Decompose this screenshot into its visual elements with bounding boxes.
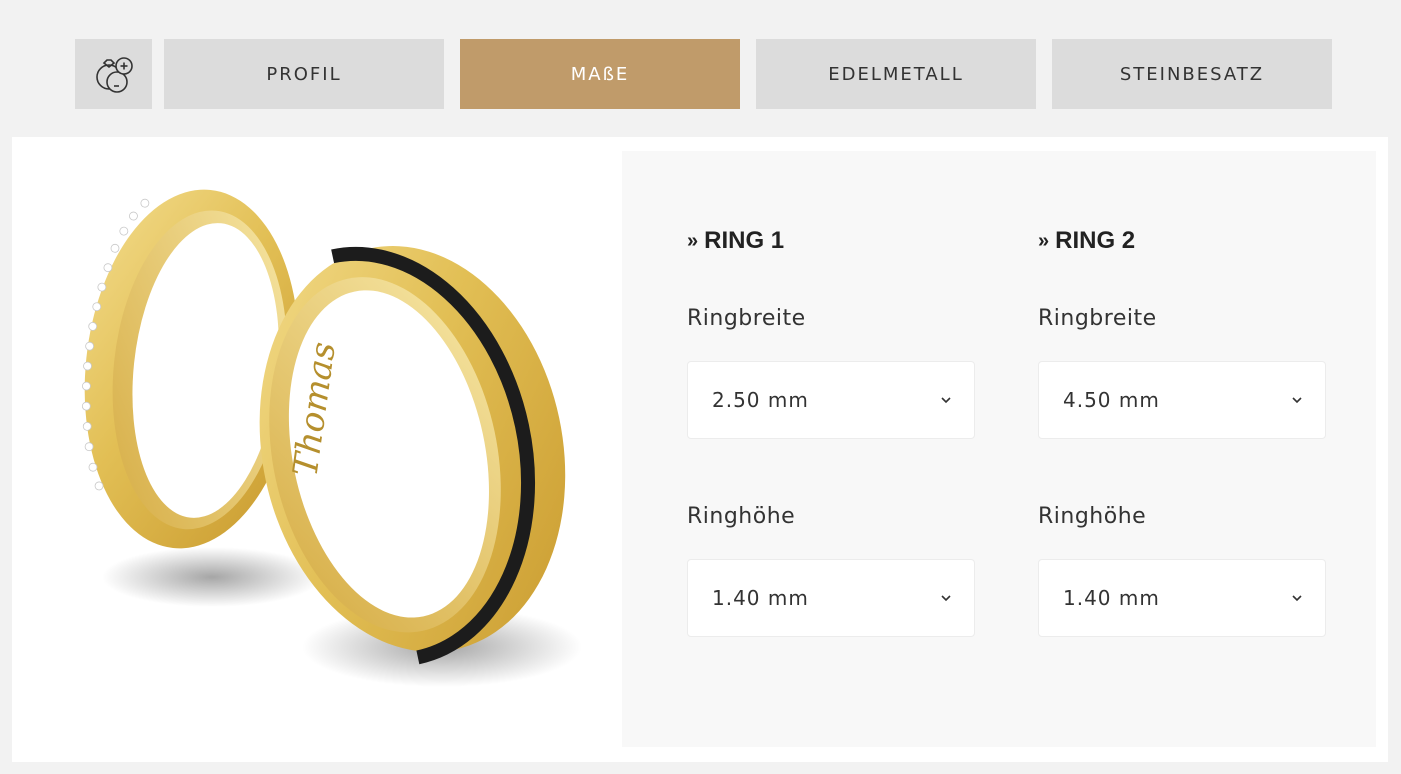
- tab-steinbesatz[interactable]: STEINBESATZ: [1052, 39, 1332, 109]
- ring-2-title: RING 2: [1055, 227, 1136, 254]
- ring-1-heading: » RING 1: [687, 227, 784, 255]
- size-config-panel: » RING 1 Ringbreite 2.50 mm Ringhöhe 1.4…: [622, 151, 1376, 747]
- ring-1-width-label: Ringbreite: [687, 306, 806, 331]
- ring-2-width-select[interactable]: 4.50 mm: [1038, 361, 1326, 439]
- ring-2-heading: » RING 2: [1038, 227, 1135, 255]
- double-chevron-right-icon: »: [1038, 229, 1050, 252]
- ring-2-height-label: Ringhöhe: [1038, 504, 1147, 529]
- ring-1-height-value: 1.40 mm: [712, 586, 809, 610]
- configurator-card: Thomas » RING 1 Ringbreite 2.50 mm Ringh…: [12, 137, 1388, 762]
- chevron-down-icon: [1292, 397, 1302, 404]
- ring-1-title: RING 1: [704, 227, 785, 254]
- ring-1-height-label: Ringhöhe: [687, 504, 796, 529]
- ring-2-width-label: Ringbreite: [1038, 306, 1157, 331]
- ring-1-height-select[interactable]: 1.40 mm: [687, 559, 975, 637]
- ring-2-height-value: 1.40 mm: [1063, 586, 1160, 610]
- chevron-down-icon: [941, 595, 951, 602]
- ring-plus-minus-icon: [95, 57, 133, 93]
- ring-2-width-value: 4.50 mm: [1063, 388, 1160, 412]
- double-chevron-right-icon: »: [687, 229, 699, 252]
- tab-edelmetall[interactable]: EDELMETALL: [756, 39, 1036, 109]
- ring-compare-tab[interactable]: [75, 39, 152, 109]
- chevron-down-icon: [941, 397, 951, 404]
- chevron-down-icon: [1292, 595, 1302, 602]
- tab-masse[interactable]: MAßE: [460, 39, 740, 109]
- wedding-rings-pair-image: Thomas: [81, 189, 582, 687]
- product-image-area: Thomas: [12, 137, 622, 762]
- ring-1-width-value: 2.50 mm: [712, 388, 809, 412]
- ring-1-width-select[interactable]: 2.50 mm: [687, 361, 975, 439]
- tab-profil[interactable]: PROFIL: [164, 39, 444, 109]
- ring-2-height-select[interactable]: 1.40 mm: [1038, 559, 1326, 637]
